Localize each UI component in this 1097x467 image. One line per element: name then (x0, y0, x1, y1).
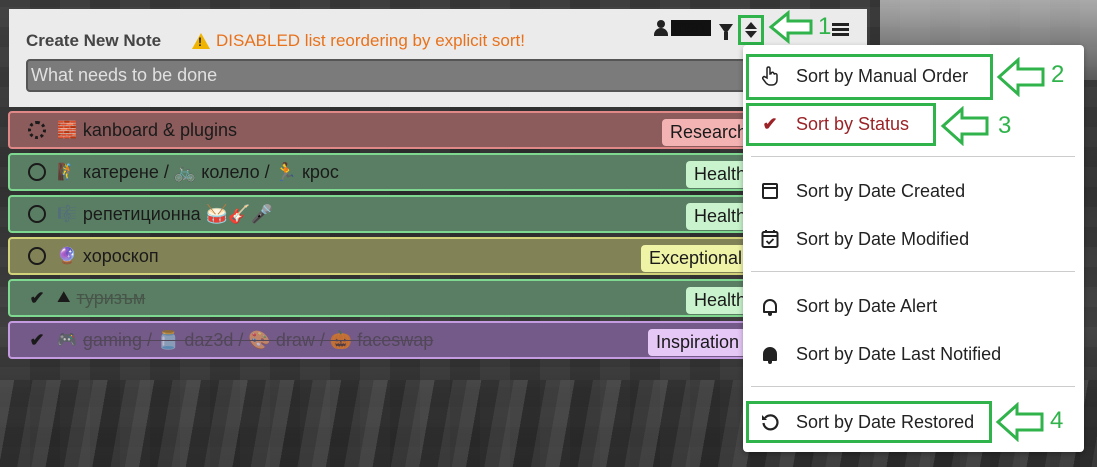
sort-date-last-notified-label: Sort by Date Last Notified (796, 343, 1002, 364)
todo-title: хороскоп (82, 245, 159, 266)
todo-title: gaming / 🫙 daz3d / 🎨 draw / 🎃 faceswap (82, 329, 434, 350)
todo-row[interactable]: 🔮 хороскоп Exceptional (8, 237, 768, 275)
annotation-number-1: 1 (818, 13, 832, 40)
todo-emoji: 🎼 (57, 206, 77, 223)
annotation-number-4: 4 (1050, 407, 1064, 434)
todo-emoji: 🎮 (57, 332, 77, 349)
calendar-icon (760, 183, 780, 199)
todo-row[interactable]: ✔ 🎮 gaming / 🫙 daz3d / 🎨 draw / 🎃 facesw… (8, 321, 768, 359)
annotation-arrow-4 (995, 402, 1044, 442)
sort-date-modified-label: Sort by Date Modified (796, 228, 970, 249)
sort-date-created-label: Sort by Date Created (796, 180, 966, 201)
todo-tag: Exceptional (641, 245, 751, 272)
todo-tag: Research (662, 119, 756, 146)
annotation-box-3 (746, 103, 936, 146)
sort-date-modified[interactable]: Sort by Date Modified (743, 219, 1084, 259)
user-name: man (671, 20, 711, 36)
status-in-progress-icon[interactable] (27, 120, 47, 140)
new-note-input[interactable] (26, 59, 756, 92)
sort-down-icon (745, 31, 757, 38)
annotation-number-3: 3 (998, 112, 1012, 139)
todo-title: катерене / 🚲 колело / 🏃 крос (82, 161, 339, 182)
annotation-arrow-2 (996, 57, 1045, 97)
hamburger-menu-icon[interactable] (832, 23, 849, 36)
create-note-title: Create New Note (26, 31, 162, 50)
todo-row[interactable]: 🧱 kanboard & plugins Research (8, 111, 768, 149)
sort-warning: DISABLED list reordering by explicit sor… (192, 31, 525, 51)
sort-date-created[interactable]: Sort by Date Created (743, 171, 1084, 211)
menu-divider (751, 271, 1075, 272)
menu-divider (751, 156, 1075, 157)
sort-date-last-notified[interactable]: Sort by Date Last Notified (743, 334, 1084, 374)
todo-row[interactable]: 🧗 катерене / 🚲 колело / 🏃 крос Health (8, 153, 768, 191)
annotation-arrow-3 (940, 106, 989, 146)
status-open-icon[interactable] (27, 162, 47, 182)
todo-row[interactable]: 🎼 репетиционна 🥁🎸🎤 Health (8, 195, 768, 233)
calendar-check-icon (760, 229, 780, 249)
annotation-box-2 (746, 54, 993, 100)
bell-outline-icon (760, 299, 780, 316)
todo-title: kanboard & plugins (82, 119, 238, 140)
todo-emoji: 🧗 (57, 164, 77, 181)
status-open-icon[interactable] (27, 204, 47, 224)
user-icon (654, 20, 668, 36)
todo-title: туризъм (76, 287, 146, 308)
status-done-icon[interactable]: ✔ (27, 330, 47, 350)
sort-button[interactable] (738, 15, 764, 45)
annotation-number-2: 2 (1051, 61, 1065, 88)
filter-icon[interactable] (719, 24, 733, 40)
sort-date-alert[interactable]: Sort by Date Alert (743, 286, 1084, 326)
menu-divider (751, 386, 1075, 387)
todo-emoji: ⛰ (57, 289, 71, 306)
sort-warning-text: DISABLED list reordering by explicit sor… (216, 31, 525, 50)
status-done-icon[interactable]: ✔ (27, 288, 47, 308)
sort-up-icon (745, 22, 757, 29)
sort-date-alert-label: Sort by Date Alert (796, 295, 938, 316)
warning-icon (192, 33, 210, 49)
bell-solid-icon (760, 347, 780, 364)
todo-title: репетиционна 🥁🎸🎤 (82, 203, 273, 224)
status-open-icon[interactable] (27, 246, 47, 266)
annotation-arrow-1 (768, 10, 813, 44)
user-menu[interactable]: man (654, 20, 711, 36)
todo-row[interactable]: ✔ ⛰ туризъм Health (8, 279, 768, 317)
annotation-box-4 (746, 401, 992, 443)
todo-emoji: 🔮 (57, 248, 77, 265)
todo-emoji: 🧱 (57, 122, 77, 139)
todo-tag: Inspiration (648, 329, 748, 356)
